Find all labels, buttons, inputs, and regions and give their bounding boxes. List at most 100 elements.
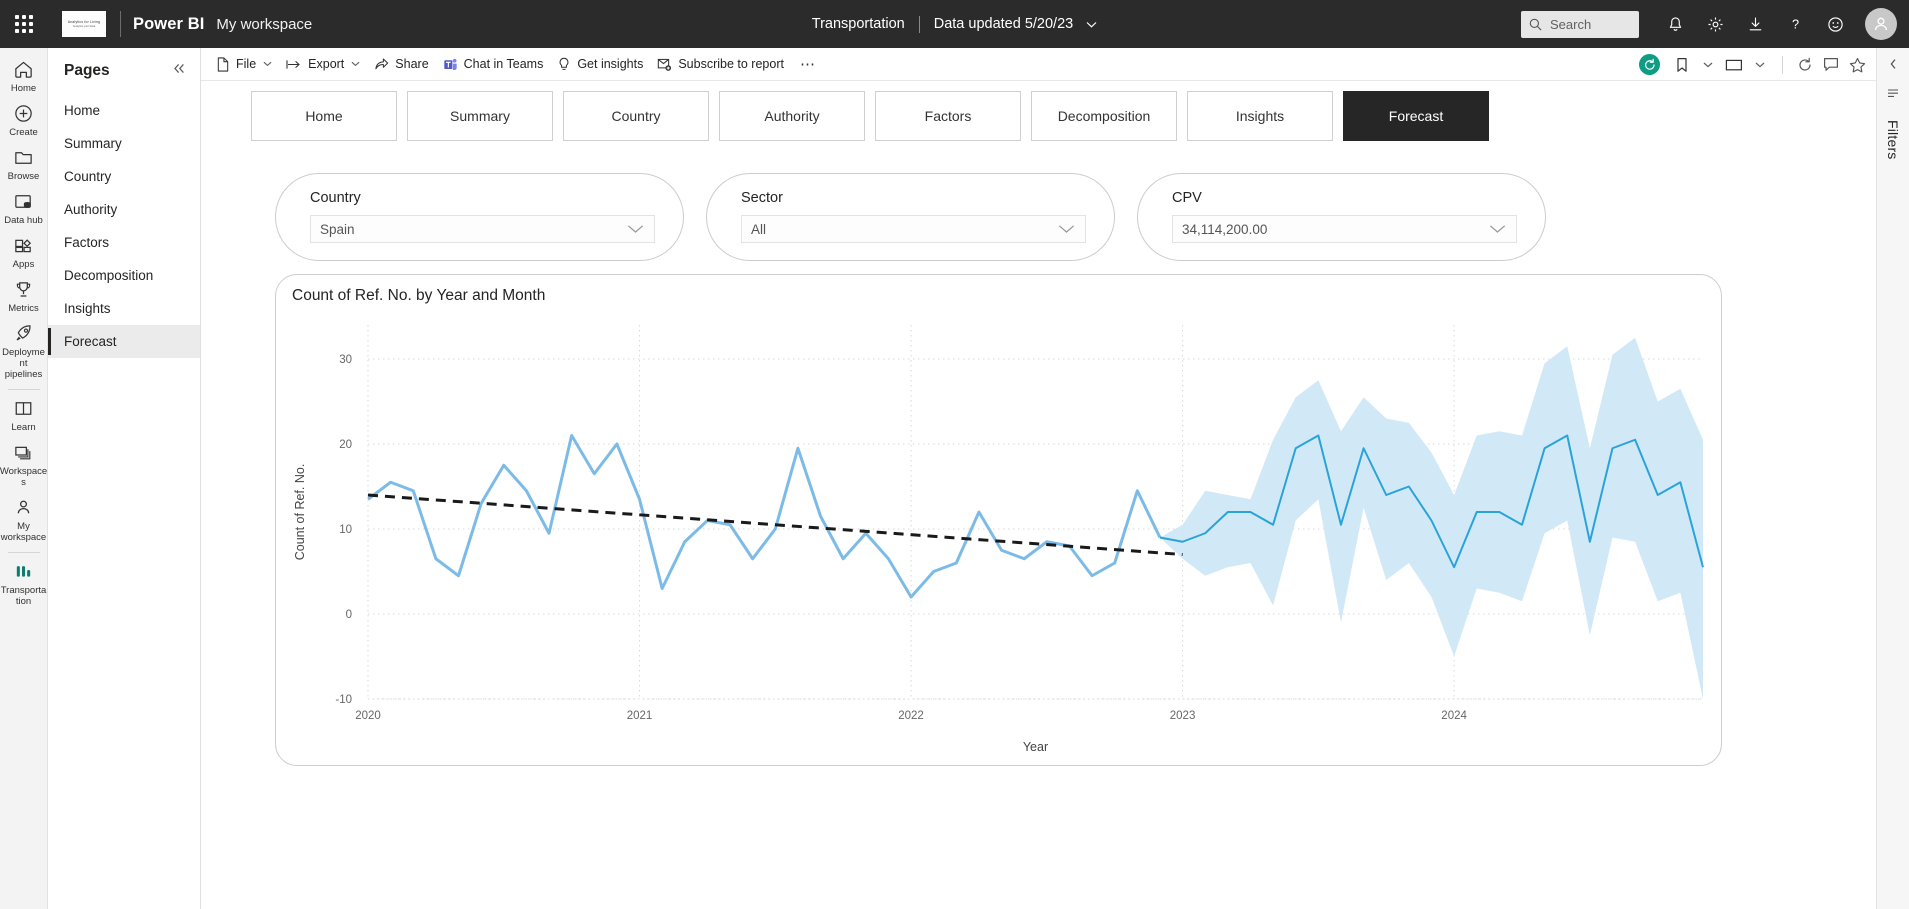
svg-text:?: ? bbox=[1791, 16, 1798, 31]
comments-button[interactable] bbox=[1818, 48, 1844, 81]
page-item-forecast[interactable]: Forecast bbox=[48, 325, 200, 358]
rail-label: Workspaces bbox=[0, 466, 48, 488]
collapse-pages-button[interactable] bbox=[172, 62, 186, 80]
slicer-label: CPV bbox=[1172, 190, 1202, 206]
tab-home[interactable]: Home bbox=[251, 91, 397, 141]
page-item-insights[interactable]: Insights bbox=[48, 292, 200, 325]
bookmarks-chevron-button[interactable] bbox=[1695, 48, 1721, 81]
report-canvas: Home Summary Country Authority Factors D… bbox=[201, 81, 1876, 909]
rail-item-metrics[interactable]: Metrics bbox=[0, 274, 47, 318]
rail-item-workspaces[interactable]: Workspaces bbox=[0, 437, 48, 492]
search-icon bbox=[1529, 18, 1542, 30]
view-icon bbox=[1725, 59, 1742, 70]
filters-label[interactable]: Filters bbox=[1885, 120, 1901, 160]
file-menu-button[interactable]: File bbox=[209, 51, 279, 77]
header-center-divider bbox=[918, 15, 920, 33]
rail-label: Apps bbox=[12, 259, 35, 270]
forecast-chart-card[interactable]: Count of Ref. No. by Year and Month -10 0… bbox=[275, 274, 1722, 766]
data-updated-label: Data updated 5/20/23 bbox=[933, 16, 1074, 32]
export-menu-button[interactable]: Export bbox=[279, 51, 367, 77]
data-updated-button[interactable]: Data updated 5/20/23 bbox=[934, 16, 1098, 32]
feedback-smiley-icon bbox=[1827, 16, 1843, 32]
notifications-button[interactable] bbox=[1655, 0, 1695, 48]
page-item-home[interactable]: Home bbox=[48, 94, 200, 127]
share-label: Share bbox=[395, 57, 429, 71]
rail-item-learn[interactable]: Learn bbox=[0, 393, 47, 437]
tab-factors[interactable]: Factors bbox=[875, 91, 1021, 141]
pages-list: Home Summary Country Authority Factors D… bbox=[48, 94, 200, 358]
sector-dropdown[interactable]: All bbox=[741, 215, 1086, 243]
file-label: File bbox=[236, 57, 257, 71]
help-button[interactable]: ? bbox=[1775, 0, 1815, 48]
svg-text:2023: 2023 bbox=[1170, 710, 1196, 722]
person-icon bbox=[1874, 17, 1888, 31]
chevron-left-icon bbox=[1890, 59, 1896, 69]
view-button[interactable] bbox=[1721, 48, 1747, 81]
plus-circle-icon bbox=[15, 105, 32, 122]
tab-insights[interactable]: Insights bbox=[1187, 91, 1333, 141]
get-insights-button[interactable]: Get insights bbox=[550, 51, 650, 77]
more-options-button[interactable]: ⋯ bbox=[791, 55, 825, 73]
collapse-filters-button[interactable] bbox=[1887, 57, 1900, 75]
page-item-authority[interactable]: Authority bbox=[48, 193, 200, 226]
bell-icon bbox=[1669, 16, 1681, 31]
tab-decomposition[interactable]: Decomposition bbox=[1031, 91, 1177, 141]
tab-country[interactable]: Country bbox=[563, 91, 709, 141]
rail-item-create[interactable]: Create bbox=[0, 98, 47, 142]
favorite-star-icon bbox=[1849, 57, 1865, 72]
rocket-icon bbox=[16, 325, 31, 341]
settings-button[interactable] bbox=[1695, 0, 1735, 48]
download-button[interactable] bbox=[1735, 0, 1775, 48]
cpv-dropdown[interactable]: 34,114,200.00 bbox=[1172, 215, 1517, 243]
rail-item-transportation[interactable]: Transportation bbox=[0, 556, 47, 611]
chat-in-teams-button[interactable]: Chat in Teams bbox=[436, 51, 551, 77]
favorite-button[interactable] bbox=[1844, 48, 1870, 81]
top-header: Analytics for Living Analytics your Data… bbox=[0, 0, 1909, 48]
rail-item-deployment-pipelines[interactable]: Deployment pipelines bbox=[0, 318, 47, 384]
page-item-decomposition[interactable]: Decomposition bbox=[48, 259, 200, 292]
feedback-button[interactable] bbox=[1815, 0, 1855, 48]
rail-item-my-workspace[interactable]: My workspace bbox=[0, 492, 47, 547]
page-label: Authority bbox=[64, 202, 118, 217]
rail-item-browse[interactable]: Browse bbox=[0, 142, 47, 186]
pages-header: Pages bbox=[48, 48, 200, 80]
page-label: Home bbox=[64, 103, 101, 118]
svg-text:Year: Year bbox=[1023, 740, 1048, 754]
svg-text:0: 0 bbox=[346, 609, 352, 621]
rail-item-home[interactable]: Home bbox=[0, 54, 47, 98]
reset-button[interactable] bbox=[1639, 54, 1660, 75]
app-launcher-button[interactable] bbox=[0, 0, 48, 48]
page-item-country[interactable]: Country bbox=[48, 160, 200, 193]
left-nav-rail: Home Create Browse Data hub Apps Metrics… bbox=[0, 48, 48, 909]
page-item-factors[interactable]: Factors bbox=[48, 226, 200, 259]
avatar[interactable] bbox=[1865, 8, 1897, 40]
bookmarks-button[interactable] bbox=[1669, 48, 1695, 81]
slicer-label: Sector bbox=[741, 190, 783, 206]
chevron-down-icon bbox=[1703, 62, 1713, 67]
app-title[interactable]: Power BI bbox=[133, 15, 204, 34]
rail-item-apps[interactable]: Apps bbox=[0, 230, 47, 274]
share-button[interactable]: Share bbox=[367, 51, 435, 77]
chevron-down-icon bbox=[627, 225, 644, 233]
chevron-down-icon bbox=[263, 61, 272, 67]
country-dropdown[interactable]: Spain bbox=[310, 215, 655, 243]
subscribe-to-report-button[interactable]: Subscribe to report bbox=[650, 51, 791, 77]
refresh-button[interactable] bbox=[1792, 48, 1818, 81]
view-chevron-button[interactable] bbox=[1747, 48, 1773, 81]
report-tabs: Home Summary Country Authority Factors D… bbox=[251, 91, 1489, 141]
search-placeholder: Search bbox=[1550, 16, 1592, 32]
tab-summary[interactable]: Summary bbox=[407, 91, 553, 141]
search-input[interactable]: Search bbox=[1521, 10, 1639, 38]
rail-item-data-hub[interactable]: Data hub bbox=[0, 186, 47, 230]
expand-filters-button[interactable] bbox=[1887, 89, 1899, 104]
tab-forecast[interactable]: Forecast bbox=[1343, 91, 1489, 141]
tab-authority[interactable]: Authority bbox=[719, 91, 865, 141]
page-item-summary[interactable]: Summary bbox=[48, 127, 200, 160]
svg-text:2020: 2020 bbox=[355, 710, 381, 722]
svg-text:2021: 2021 bbox=[627, 710, 653, 722]
rail-label: Metrics bbox=[8, 303, 39, 314]
cpv-value: 34,114,200.00 bbox=[1182, 221, 1268, 237]
workspace-name[interactable]: My workspace bbox=[216, 16, 312, 33]
tab-label: Country bbox=[611, 108, 661, 124]
report-title[interactable]: Transportation bbox=[812, 16, 905, 32]
